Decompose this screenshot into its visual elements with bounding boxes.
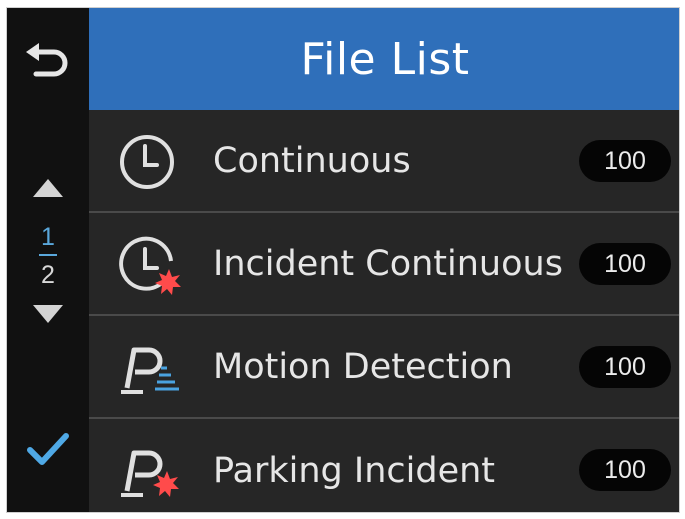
file-list-screen: 1 2 File List Continuous 100 Incident Co… [6, 7, 680, 513]
page-up-button[interactable] [7, 168, 89, 208]
page-divider [39, 254, 57, 256]
list-item-label: Incident Continuous [213, 243, 563, 284]
page-title: File List [300, 33, 470, 85]
page-down-button[interactable] [7, 294, 89, 334]
file-count-badge: 100 [579, 243, 671, 285]
total-pages: 2 [41, 261, 55, 289]
file-count-badge: 100 [579, 449, 671, 491]
file-count-badge: 100 [579, 140, 671, 182]
triangle-up-icon [33, 179, 63, 197]
list-item-motion-detection[interactable]: Motion Detection 100 [89, 316, 679, 419]
back-arrow-icon [26, 43, 68, 77]
current-page: 1 [41, 223, 55, 251]
list-item-label: Continuous [213, 140, 411, 181]
sidebar: 1 2 [7, 8, 89, 512]
back-button[interactable] [7, 36, 89, 92]
list-item-parking-incident[interactable]: Parking Incident 100 [89, 419, 679, 512]
clock-incident-icon [119, 236, 181, 295]
list-item-label: Parking Incident [213, 450, 496, 491]
confirm-button[interactable] [7, 420, 89, 480]
triangle-down-icon [33, 305, 63, 323]
file-category-list: Continuous 100 Incident Continuous 100 M… [89, 110, 679, 512]
clock-icon [120, 135, 174, 189]
checkmark-icon [27, 433, 69, 465]
title-bar: File List [89, 8, 679, 110]
list-item-continuous[interactable]: Continuous 100 [89, 110, 679, 213]
list-item-label: Motion Detection [213, 346, 513, 387]
page-indicator: 1 2 [7, 216, 89, 296]
parking-motion-icon [121, 347, 179, 394]
parking-incident-icon [121, 450, 179, 497]
file-count-badge: 100 [579, 346, 671, 388]
list-item-incident-continuous[interactable]: Incident Continuous 100 [89, 213, 679, 316]
